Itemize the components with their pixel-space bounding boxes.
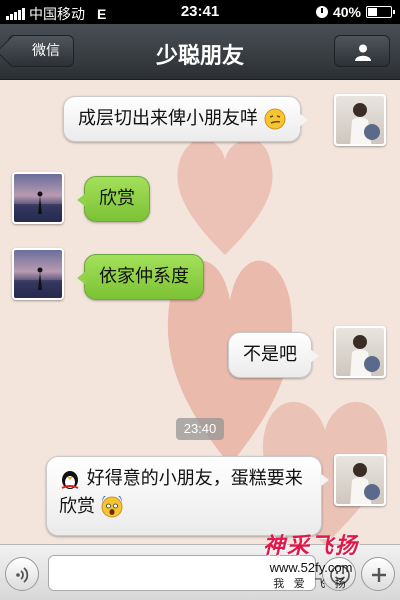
my-avatar[interactable]	[334, 326, 386, 378]
message-bubble-incoming[interactable]: 依家仲系度	[77, 254, 204, 300]
message-text: 好得意的小朋友，蛋糕要来欣赏	[59, 468, 303, 517]
message-bubble-outgoing[interactable]: 好得意的小朋友，蛋糕要来欣赏	[46, 456, 329, 536]
message-input[interactable]	[48, 555, 316, 591]
message-text: 不是吧	[243, 344, 297, 365]
chat-area[interactable]: 成层切出来俾小朋友咩 欣赏 依家仲系度 不是吧 23:40 好得意的小朋友，蛋糕…	[0, 80, 400, 544]
scream-face-icon	[101, 496, 123, 518]
navigation-bar: 微信 少聪朋友	[0, 24, 400, 80]
battery-fill	[368, 8, 377, 16]
user-photo-icon	[350, 463, 380, 504]
message-text: 依家仲系度	[99, 266, 189, 287]
message-bubble-outgoing[interactable]: 成层切出来俾小朋友咩	[63, 96, 308, 142]
message-bubble-incoming[interactable]: 欣赏	[77, 176, 150, 222]
smiley-icon	[330, 565, 350, 585]
message-text: 欣赏	[99, 188, 135, 209]
input-bar	[0, 544, 400, 600]
my-avatar[interactable]	[334, 94, 386, 146]
person-icon	[355, 44, 371, 61]
message-timestamp: 23:40	[176, 418, 224, 440]
voice-button[interactable]	[5, 557, 39, 591]
message-text: 成层切出来俾小朋友咩	[78, 108, 258, 129]
penguin-icon	[61, 471, 79, 489]
user-photo-icon	[350, 103, 380, 144]
battery-percent: 40%	[332, 4, 361, 20]
user-photo-icon	[14, 267, 62, 298]
user-photo-icon	[350, 335, 380, 376]
plus-button[interactable]	[361, 557, 395, 591]
voice-icon	[16, 567, 29, 583]
alarm-clock-icon	[315, 6, 328, 18]
battery-icon	[366, 6, 395, 18]
plus-icon	[372, 568, 386, 582]
smirk-face-icon	[264, 108, 286, 130]
message-bubble-outgoing[interactable]: 不是吧	[228, 332, 319, 378]
friend-avatar[interactable]	[12, 248, 64, 300]
my-avatar[interactable]	[334, 454, 386, 506]
emoji-button[interactable]	[322, 557, 356, 591]
user-photo-icon	[14, 191, 62, 222]
profile-button[interactable]	[334, 35, 390, 67]
friend-avatar[interactable]	[12, 172, 64, 224]
status-bar: 中国移动 E 23:41 40%	[0, 0, 400, 24]
